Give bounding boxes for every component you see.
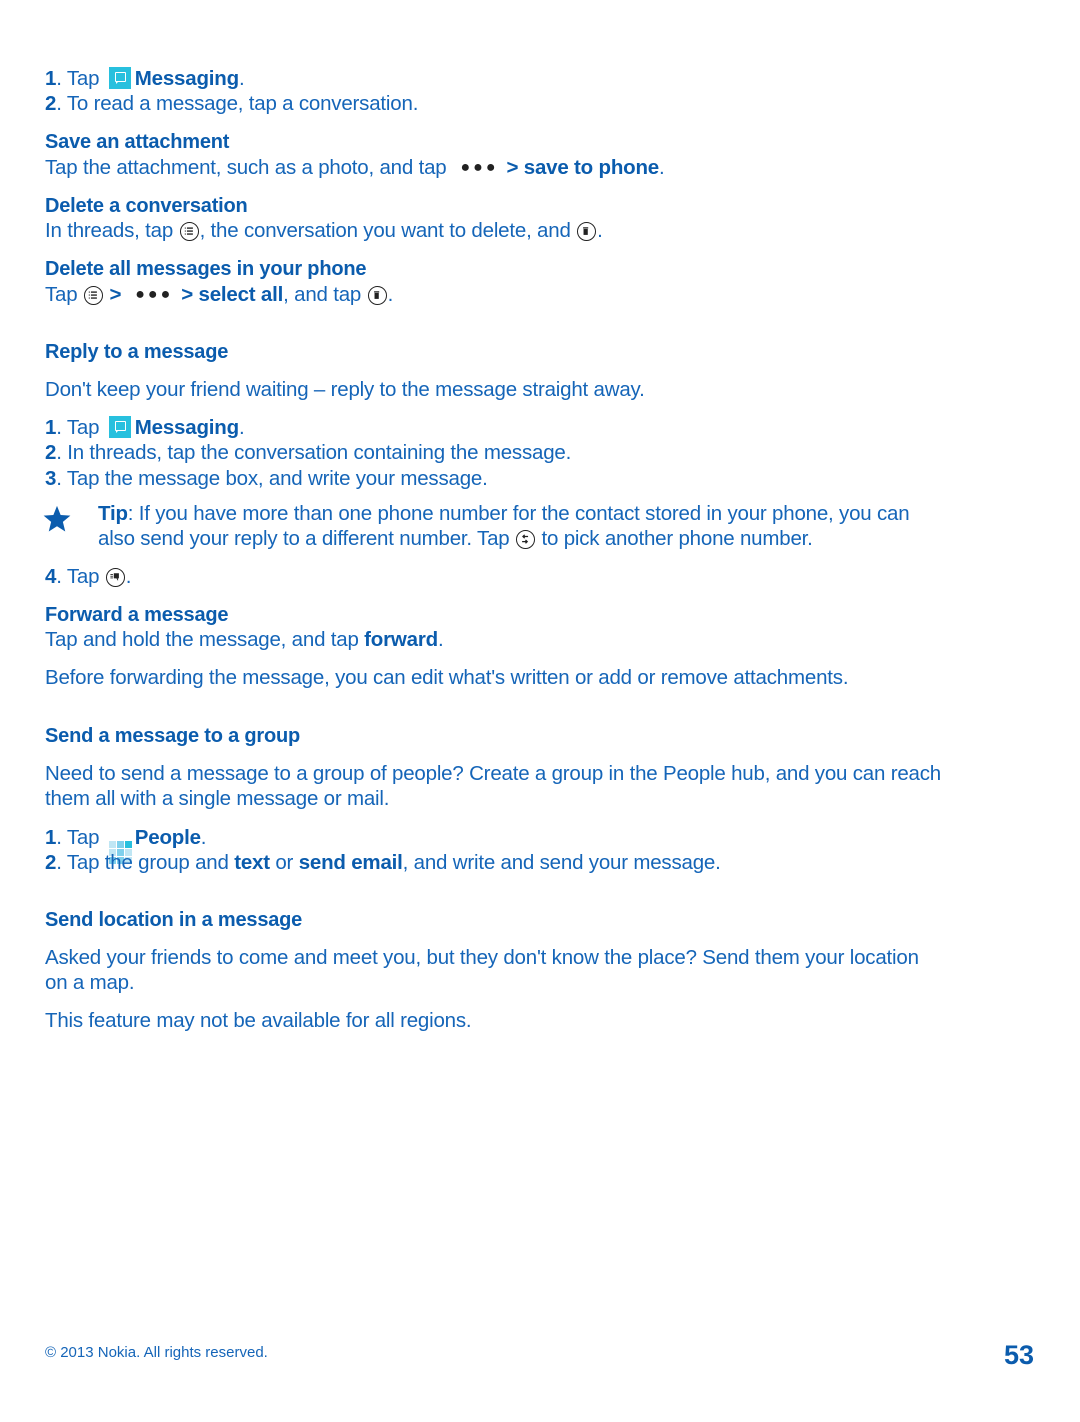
reply-step-4: 4. Tap .: [45, 564, 131, 590]
instruction-text: Tap: [45, 283, 78, 306]
reply-intro: Don't keep your friend waiting – reply t…: [45, 378, 645, 401]
select-list-icon: [83, 286, 103, 305]
punctuation: .: [597, 219, 603, 242]
messaging-app-icon: [108, 67, 131, 89]
instruction-text: Tap and hold the message, and tap: [45, 628, 359, 651]
send-email-link[interactable]: send email: [299, 851, 403, 874]
punctuation: .: [387, 283, 394, 306]
group-intro-line-2: them all with a single message or mail.: [45, 787, 390, 810]
step-number: 2: [45, 851, 57, 874]
location-line-2: on a map.: [45, 971, 135, 994]
step-text: . Tap: [56, 416, 105, 439]
messaging-link[interactable]: Messaging: [135, 416, 239, 439]
messaging-app-icon: [108, 416, 131, 438]
delete-all-text: Tap > ●●● > select all, and tap .: [45, 282, 393, 308]
tip-line-2: also send your reply to a different numb…: [98, 526, 813, 552]
step-text: . Tap: [56, 565, 100, 588]
step-text: or: [269, 851, 299, 874]
reply-step-3: 3. Tap the message box, and write your m…: [45, 466, 488, 492]
intro-step-2: 2. To read a message, tap a conversation…: [45, 91, 418, 117]
step-number: 4: [45, 565, 57, 588]
save-attachment-text: Tap the attachment, such as a photo, and…: [45, 155, 665, 181]
select-all-link[interactable]: > select all: [181, 283, 283, 306]
delete-trash-icon: [367, 286, 387, 305]
punctuation: .: [200, 826, 207, 849]
step-number: 2: [45, 441, 57, 464]
step-number: 2: [45, 92, 57, 115]
step-text: . Tap: [56, 67, 105, 90]
instruction-text: , and tap: [283, 283, 362, 306]
heading-reply: Reply to a message: [45, 341, 229, 363]
star-icon: [43, 505, 71, 532]
delete-trash-icon: [577, 222, 597, 241]
forward-link[interactable]: forward: [364, 628, 438, 651]
copyright: © 2013 Nokia. All rights reserved.: [45, 1344, 268, 1361]
heading-group: Send a message to a group: [45, 725, 301, 747]
heading-location: Send location in a message: [45, 909, 303, 931]
punctuation: .: [659, 156, 665, 179]
select-list-icon: [179, 222, 199, 241]
step-text: . To read a message, tap a conversation.: [56, 92, 419, 115]
reply-step-1: 1. Tap Messaging.: [45, 415, 245, 441]
switch-number-icon: [516, 530, 535, 549]
instruction-text: In threads, tap: [45, 219, 174, 242]
save-to-phone-link[interactable]: > save to phone: [506, 156, 659, 179]
tip-text: also send your reply to a different numb…: [98, 527, 510, 550]
messaging-link[interactable]: Messaging: [135, 67, 239, 90]
tip-label: Tip: [98, 502, 128, 525]
step-text: . Tap the message box, and write your me…: [56, 467, 488, 490]
step-number: 1: [45, 826, 57, 849]
tip-text: to pick another phone number.: [541, 527, 813, 550]
step-number: 1: [45, 67, 57, 90]
instruction-text: , the conversation you want to delete, a…: [199, 219, 571, 242]
more-ellipsis-icon: ●●●: [460, 159, 499, 176]
location-note: This feature may not be available for al…: [45, 1009, 472, 1032]
heading-delete-all: Delete all messages in your phone: [45, 258, 367, 280]
reply-step-2: 2. In threads, tap the conversation cont…: [45, 440, 571, 466]
forward-note: Before forwarding the message, you can e…: [45, 666, 849, 689]
group-step-2: 2. Tap the group and text or send email,…: [45, 850, 721, 876]
text-link[interactable]: text: [234, 851, 270, 874]
tip-text: : If you have more than one phone number…: [127, 502, 910, 525]
heading-delete-conversation: Delete a conversation: [45, 195, 248, 217]
step-number: 3: [45, 467, 57, 490]
step-text: . Tap the group and: [56, 851, 235, 874]
punctuation: .: [437, 628, 444, 651]
page-number: 53: [1003, 1340, 1034, 1370]
heading-save-attachment: Save an attachment: [45, 131, 230, 153]
step-text: . Tap: [56, 826, 105, 849]
step-number: 1: [45, 416, 57, 439]
send-icon: [105, 568, 125, 587]
punctuation: .: [238, 67, 245, 90]
punctuation: .: [238, 416, 245, 439]
instruction-text: Tap the attachment, such as a photo, and…: [45, 156, 447, 179]
heading-forward: Forward a message: [45, 604, 229, 626]
delete-conversation-text: In threads, tap , the conversation you w…: [45, 218, 603, 244]
step-text: , and write and send your message.: [402, 851, 721, 874]
punctuation: .: [125, 565, 132, 588]
location-line-1: Asked your friends to come and meet you,…: [45, 946, 919, 969]
step-text: . In threads, tap the conversation conta…: [56, 441, 572, 464]
people-link[interactable]: People: [135, 826, 201, 849]
more-ellipsis-icon: ●●●: [135, 286, 174, 303]
tip-line-1: Tip: If you have more than one phone num…: [98, 501, 910, 527]
forward-text: Tap and hold the message, and tap forwar…: [45, 627, 444, 653]
group-intro-line-1: Need to send a message to a group of peo…: [45, 762, 941, 785]
separator: >: [109, 283, 122, 306]
intro-step-1: 1. Tap Messaging.: [45, 66, 245, 92]
